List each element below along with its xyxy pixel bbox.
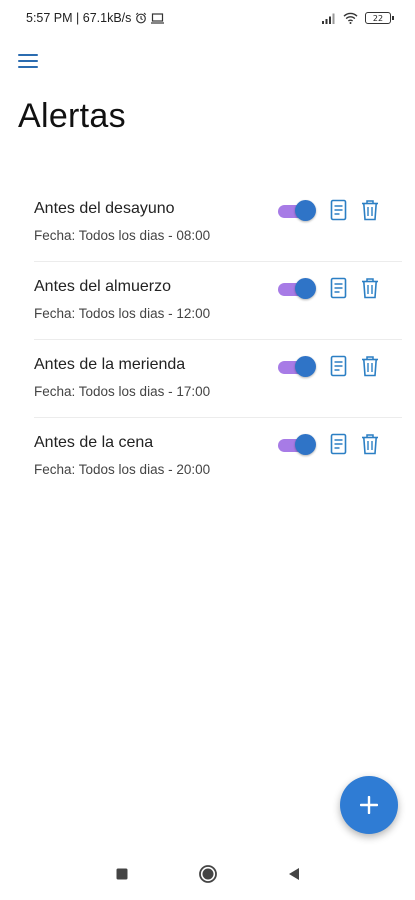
status-bar: 5:57 PM | 67.1kB/s 22 bbox=[0, 0, 415, 36]
alert-name: Antes de la merienda bbox=[34, 356, 186, 373]
square-recents-icon[interactable] bbox=[110, 862, 134, 886]
cast-icon bbox=[151, 12, 165, 24]
alert-name: Antes del desayuno bbox=[34, 200, 175, 217]
alert-name: Antes del almuerzo bbox=[34, 278, 171, 295]
trash-icon[interactable] bbox=[360, 433, 380, 457]
alert-detail: Fecha: Todos los dias - 20:00 bbox=[34, 462, 211, 477]
plus-icon bbox=[360, 796, 378, 814]
menu-line bbox=[18, 60, 38, 62]
trash-icon[interactable] bbox=[360, 199, 380, 223]
wifi-icon bbox=[343, 12, 358, 24]
edit-icon[interactable] bbox=[330, 355, 350, 379]
status-right: 22 bbox=[322, 12, 394, 24]
list-item: Antes del desayuno Fecha: Todos los dias… bbox=[34, 184, 402, 262]
signal-icon bbox=[322, 13, 336, 24]
alert-list: Antes del desayuno Fecha: Todos los dias… bbox=[34, 184, 402, 495]
system-nav-bar bbox=[0, 848, 415, 900]
alarm-icon bbox=[135, 12, 147, 24]
battery-level: 22 bbox=[372, 13, 384, 23]
toggle-thumb bbox=[295, 356, 316, 377]
alert-toggle[interactable] bbox=[278, 200, 316, 222]
status-left: 5:57 PM | 67.1kB/s bbox=[26, 11, 165, 25]
edit-icon[interactable] bbox=[330, 433, 350, 457]
toggle-thumb bbox=[295, 200, 316, 221]
list-item: Antes del almuerzo Fecha: Todos los dias… bbox=[34, 262, 402, 340]
menu-line bbox=[18, 54, 38, 56]
toggle-thumb bbox=[295, 434, 316, 455]
edit-icon[interactable] bbox=[330, 199, 350, 223]
alert-toggle[interactable] bbox=[278, 434, 316, 456]
trash-icon[interactable] bbox=[360, 277, 380, 301]
alert-detail: Fecha: Todos los dias - 12:00 bbox=[34, 306, 211, 321]
list-item: Antes de la merienda Fecha: Todos los di… bbox=[34, 340, 402, 418]
alert-detail: Fecha: Todos los dias - 17:00 bbox=[34, 384, 211, 399]
toggle-thumb bbox=[295, 278, 316, 299]
list-item: Antes de la cena Fecha: Todos los dias -… bbox=[34, 418, 402, 495]
edit-icon[interactable] bbox=[330, 277, 350, 301]
hamburger-menu-icon[interactable] bbox=[18, 50, 44, 72]
status-time-speed: 5:57 PM | 67.1kB/s bbox=[26, 11, 132, 25]
menu-line bbox=[18, 66, 38, 68]
battery-icon: 22 bbox=[365, 12, 394, 24]
alert-toggle[interactable] bbox=[278, 356, 316, 378]
alert-toggle[interactable] bbox=[278, 278, 316, 300]
add-alert-button[interactable] bbox=[340, 776, 398, 834]
trash-icon[interactable] bbox=[360, 355, 380, 379]
circle-home-icon[interactable] bbox=[196, 862, 220, 886]
alert-detail: Fecha: Todos los dias - 08:00 bbox=[34, 228, 211, 243]
page-title: Alertas bbox=[18, 97, 126, 135]
alert-name: Antes de la cena bbox=[34, 434, 154, 451]
triangle-back-icon[interactable] bbox=[282, 862, 306, 886]
